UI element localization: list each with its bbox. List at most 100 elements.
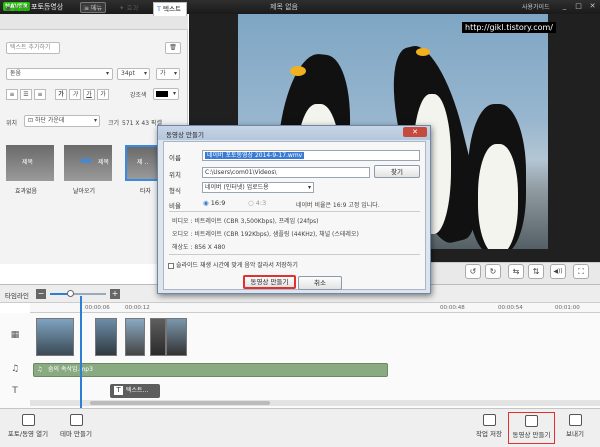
open-icon (21, 414, 35, 426)
photo-clip[interactable] (166, 318, 187, 356)
music-icon: ♫ (81, 4, 89, 12)
text-track-icon: T (12, 386, 18, 396)
ruler-tick: 00:00:54 (498, 305, 523, 311)
chevron-down-icon: ▾ (105, 70, 109, 77)
font-select[interactable]: 돋움 ▾ (6, 68, 113, 80)
photo-clip[interactable] (150, 318, 166, 356)
shadow-button[interactable]: 가 (97, 89, 109, 100)
animation-label: 날아오기 (73, 188, 96, 195)
timeline-tracks (0, 313, 600, 408)
chevron-down-icon: ▾ (173, 70, 177, 77)
video-icon: ▣ (5, 4, 14, 12)
theme-icon (69, 414, 83, 426)
tab-music[interactable]: ♫ 음악 (78, 2, 114, 16)
save-project-button[interactable]: 작업 저장 (471, 414, 507, 438)
ratio-label: 비율 (169, 202, 181, 210)
fullscreen-button[interactable]: ⛶ (573, 264, 589, 279)
italic-button[interactable]: 가 (69, 89, 81, 100)
make-theme-button[interactable]: 테마 만들기 (56, 414, 96, 438)
chevron-down-icon: ▾ (307, 184, 311, 191)
guide-link[interactable]: 사용가이드 (522, 2, 550, 11)
animation-thumb-fly[interactable]: ➡ 제목 (64, 145, 112, 181)
radio-selected-icon: ◉ (203, 199, 211, 207)
media-tabs (0, 14, 188, 30)
effect-icon: ✦ (119, 4, 127, 12)
zoom-slider-handle[interactable] (66, 290, 74, 297)
bold-button[interactable]: 가 (55, 89, 67, 100)
align-center-button[interactable]: ☰ (20, 89, 32, 100)
photo-clip[interactable] (125, 318, 145, 356)
photo-track-icon: ▦ (10, 330, 20, 340)
volume-button[interactable]: ◀)) (550, 264, 566, 279)
chevron-down-icon: ▾ (143, 70, 147, 77)
text-clip[interactable]: T 텍스트... (110, 384, 160, 398)
video-info: 비디오 : 비트레이트 (CBR 3,500Kbps), 프레임 (24fps) (172, 218, 319, 225)
text-icon: T (114, 386, 123, 395)
font-size-select[interactable]: 34pt ▾ (117, 68, 150, 80)
ratio-note: 네이버 비율은 16:9 고정 입니다. (296, 202, 380, 209)
tab-video[interactable]: ▣ 동영상 (2, 2, 38, 16)
make-video-icon (525, 415, 538, 427)
align-left-button[interactable]: ≡ (6, 89, 18, 100)
music-clip[interactable]: ♫ 숨의 속삭임.mp3 (33, 363, 388, 377)
watermark-url: http://gikl.tistory.com/ (462, 22, 556, 33)
divider (169, 254, 420, 255)
animation-thumb-typing[interactable]: 제 .. (125, 145, 160, 181)
timeline-label: 타임라인 (5, 292, 29, 300)
slide-trim-checkbox[interactable]: 슬라이드 재생 시간에 맞게 음악 잘라서 저장하기 (168, 260, 298, 269)
trash-icon: 🗑 (169, 44, 177, 51)
photo-icon: ▤ (43, 4, 52, 12)
photo-clip[interactable] (95, 318, 117, 356)
tab-effect[interactable]: ✦ 효과 (116, 2, 152, 16)
color-picker[interactable]: ▾ (153, 88, 179, 100)
underline-button[interactable]: 가 (83, 89, 95, 100)
align-right-button[interactable]: ≡ (34, 89, 46, 100)
position-icon: ⊡ (28, 117, 35, 124)
rotate-right-button[interactable]: ↻ (485, 264, 501, 279)
animation-label: 타자 (140, 188, 152, 195)
format-select[interactable]: 네이버 (인터넷) 업로드용 ▾ (202, 182, 314, 193)
send-button[interactable]: 보내기 (560, 414, 590, 438)
zoom-out-button[interactable]: − (36, 289, 46, 299)
delete-text-button[interactable]: 🗑 (165, 42, 181, 54)
chevron-down-icon: ▾ (93, 117, 97, 124)
make-video-button[interactable]: 동영상 만들기 (508, 412, 555, 444)
ruler-tick: 00:00:06 (85, 305, 110, 311)
photo-clip[interactable] (36, 318, 74, 356)
file-name-input[interactable]: 네이버 포토동영상 2014-9-17.wmv (202, 150, 420, 161)
divider (169, 211, 420, 212)
location-input[interactable]: C:\Users\com01\Videos\ (202, 167, 370, 178)
radio-empty-icon: ○ (248, 199, 256, 207)
browse-button[interactable]: 찾기 (374, 165, 420, 178)
position-select[interactable]: ⊡ 하단 가운데 ▾ (24, 115, 100, 127)
flip-horizontal-button[interactable]: ⇆ (508, 264, 524, 279)
playhead[interactable] (80, 296, 82, 408)
timeline-scrollbar[interactable] (30, 400, 600, 406)
format-label: 형식 (169, 187, 181, 195)
flip-vertical-button[interactable]: ⇅ (528, 264, 544, 279)
minimize-button[interactable]: _ (560, 2, 569, 11)
save-icon (482, 414, 496, 426)
color-swatch (156, 91, 168, 97)
rotate-left-button[interactable]: ↺ (465, 264, 481, 279)
maximize-button[interactable]: □ (574, 2, 583, 11)
tab-text[interactable]: T 텍스트 (153, 2, 187, 16)
cancel-button[interactable]: 취소 (298, 276, 342, 290)
open-media-button[interactable]: 포토/동영 열기 (6, 414, 50, 438)
music-icon: ♫ (37, 366, 43, 373)
font-style-select[interactable]: 가 ▾ (156, 68, 180, 80)
close-button[interactable]: ✕ (588, 2, 597, 11)
add-text-button[interactable]: 텍스트 추가하기 (6, 42, 60, 54)
position-label: 위치 (6, 120, 18, 127)
chevron-down-icon: ▾ (172, 90, 176, 97)
make-video-confirm-button[interactable]: 동영상 만들기 (243, 275, 296, 289)
animation-thumb-none[interactable]: 제목 (6, 145, 54, 181)
animation-label: 효과없음 (15, 188, 38, 195)
dialog-close-button[interactable]: ✕ (403, 127, 427, 137)
ratio-169-radio[interactable]: ◉ 16:9 (203, 199, 225, 207)
scrollbar-thumb[interactable] (90, 401, 270, 405)
tab-photo[interactable]: ▤ 사진 (40, 2, 76, 16)
document-title: 제목 없음 (270, 3, 298, 11)
zoom-in-button[interactable]: + (110, 289, 120, 299)
audio-info: 오디오 : 비트레이트 (CBR 192Kbps), 샘플링 (44KHz), … (172, 231, 359, 238)
